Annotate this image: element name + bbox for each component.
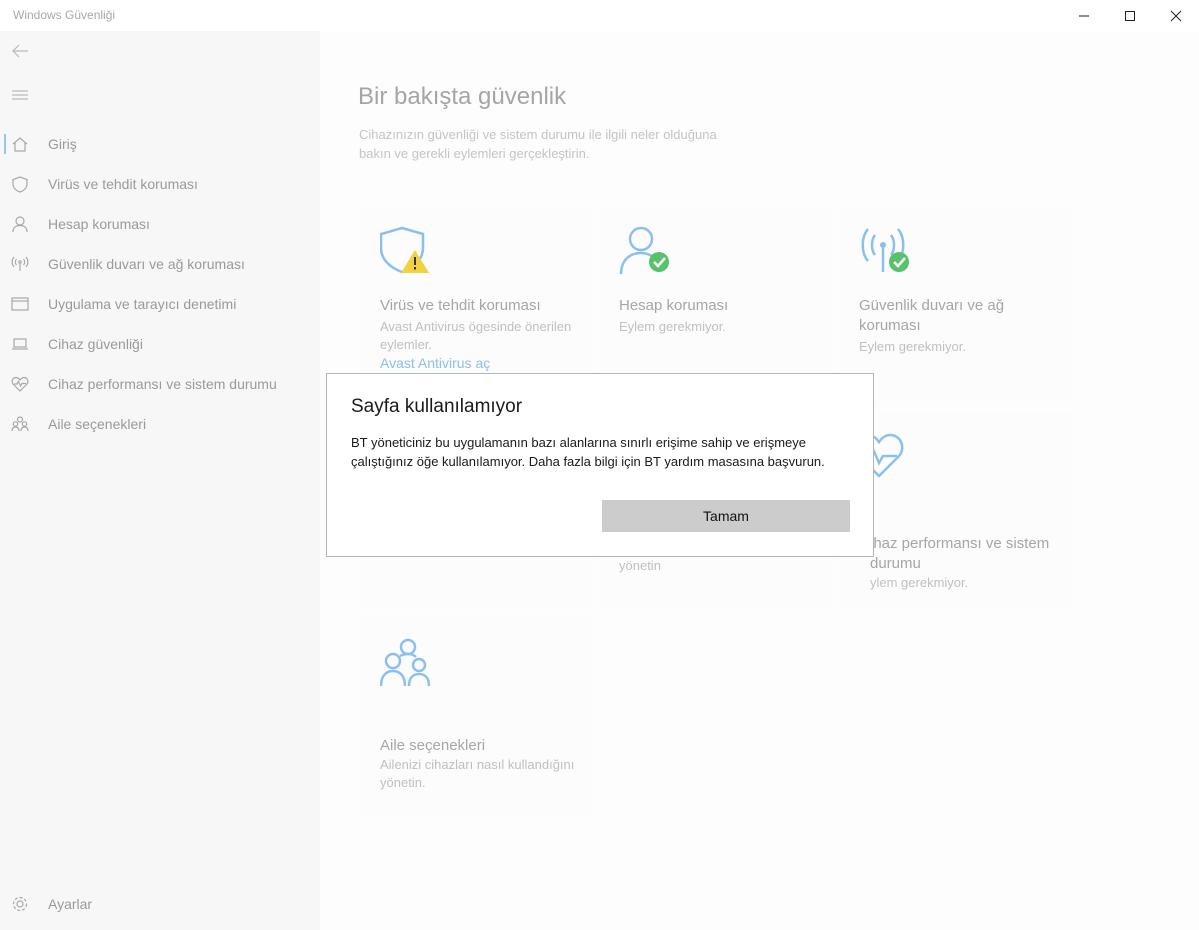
card-family-options[interactable]: Aile seçenekleri Ailenizi cihazları nası… (360, 616, 592, 816)
sidebar-item-account-protection[interactable]: Hesap koruması (0, 204, 320, 244)
card-title: Virüs ve tehdit koruması (380, 297, 541, 314)
close-icon (1170, 10, 1182, 21)
sidebar-item-label: Aile seçenekleri (48, 416, 147, 432)
card-title: ihaz performansı ve sistem durumu (870, 535, 1050, 572)
window-title: Windows Güvenliği (13, 8, 116, 22)
sidebar-item-device-performance[interactable]: Cihaz performansı ve sistem durumu (0, 364, 320, 404)
sidebar-item-device-security[interactable]: Cihaz güvenliği (0, 324, 320, 364)
antenna-icon (0, 256, 40, 272)
minimize-icon (1079, 15, 1089, 16)
sidebar-item-label: Hesap koruması (48, 216, 150, 232)
maximize-icon (1125, 10, 1135, 21)
card-title: Hesap koruması (619, 297, 729, 314)
page-title: Bir bakışta güvenlik (358, 83, 567, 110)
sidebar-item-virus-protection[interactable]: Virüs ve tehdit koruması (0, 164, 320, 204)
person-check-icon (619, 226, 669, 275)
title-bar: Windows Güvenliği (0, 0, 1199, 31)
open-avast-link[interactable]: Avast Antivirus aç (380, 355, 490, 371)
ok-button[interactable]: Tamam (602, 500, 850, 532)
browser-window-icon (0, 297, 40, 311)
hamburger-icon (12, 90, 28, 100)
card-description: Ailenizi cihazları nasıl kullandığını yö… (380, 757, 575, 790)
sidebar-item-label: Cihaz performansı ve sistem durumu (48, 376, 277, 392)
sidebar-item-label: Cihaz güvenliği (48, 336, 143, 352)
maximize-button[interactable] (1107, 0, 1153, 31)
gear-icon (0, 895, 40, 913)
hamburger-menu-button[interactable] (0, 77, 40, 113)
sidebar-item-app-browser-control[interactable]: Uygulama ve tarayıcı denetimi (0, 284, 320, 324)
card-description: yönetin (619, 558, 661, 573)
person-icon (0, 215, 40, 233)
card-description: ylem gerekmiyor. (870, 575, 969, 590)
sidebar-item-label: Giriş (48, 136, 77, 152)
card-title: Güvenlik duvarı ve ağ koruması (859, 297, 1005, 334)
sidebar-item-label: Uygulama ve tarayıcı denetimi (48, 296, 237, 312)
family-icon (380, 638, 431, 687)
sidebar: Giriş Virüs ve tehdit koruması Hesap kor… (0, 31, 320, 930)
card-description: Eylem gerekmiyor. (859, 339, 966, 354)
dialog-title: Sayfa kullanılamıyor (351, 396, 523, 417)
page-unavailable-dialog: Sayfa kullanılamıyor BT yöneticiniz bu u… (326, 373, 874, 557)
back-button[interactable] (0, 33, 40, 69)
sidebar-item-label: Güvenlik duvarı ve ağ koruması (48, 256, 245, 272)
family-icon (0, 416, 40, 432)
shield-icon (0, 175, 40, 193)
dialog-message: BT yöneticiniz bu uygulamanın bazı alanl… (351, 435, 825, 469)
shield-warning-icon (380, 226, 429, 274)
laptop-icon (0, 337, 40, 351)
page-subtitle: Cihazınızın güvenliği ve sistem durumu i… (359, 127, 717, 161)
sidebar-item-label: Virüs ve tehdit koruması (48, 176, 198, 192)
heart-pulse-icon (0, 376, 40, 392)
card-description: Eylem gerekmiyor. (619, 319, 726, 334)
minimize-button[interactable] (1061, 0, 1107, 31)
close-button[interactable] (1153, 0, 1199, 31)
card-description: Avast Antivirus ögesinde önerilen eyleml… (380, 319, 572, 352)
home-icon (0, 136, 40, 152)
sidebar-item-firewall[interactable]: Güvenlik duvarı ve ağ koruması (0, 244, 320, 284)
settings-label: Ayarlar (48, 896, 93, 912)
card-title: Aile seçenekleri (380, 737, 486, 754)
back-arrow-icon (12, 44, 28, 58)
sidebar-item-home[interactable]: Giriş (0, 124, 320, 164)
sidebar-item-settings[interactable]: Ayarlar (0, 884, 320, 924)
antenna-check-icon (861, 228, 909, 272)
sidebar-item-family-options[interactable]: Aile seçenekleri (0, 404, 320, 444)
